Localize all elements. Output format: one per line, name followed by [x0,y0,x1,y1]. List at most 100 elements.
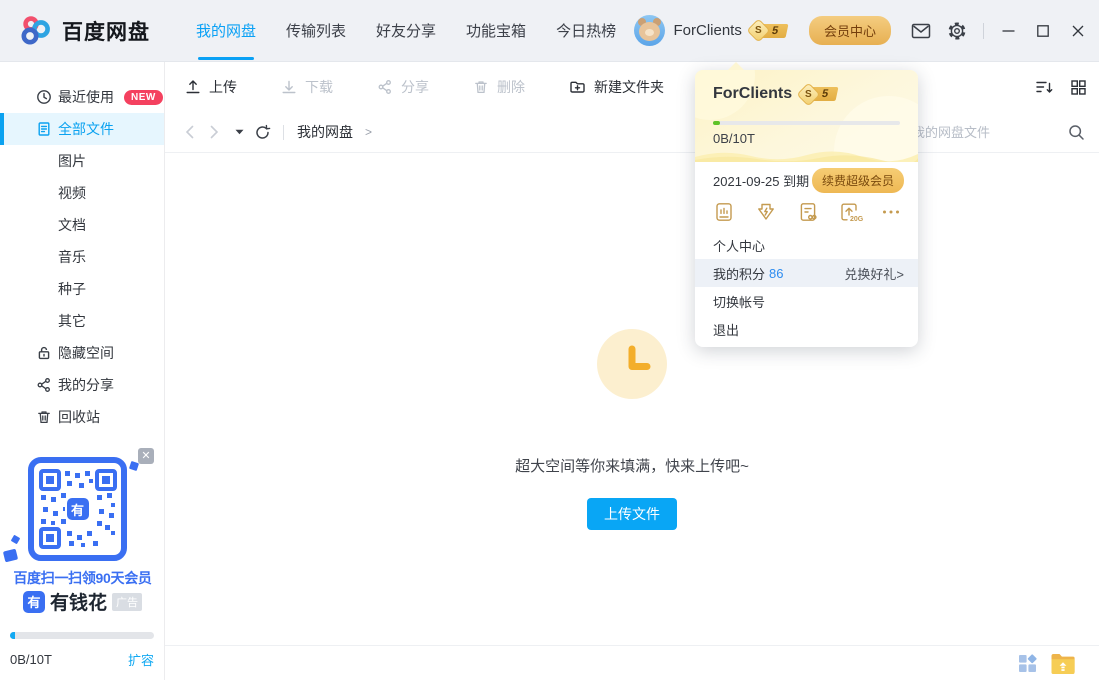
tab-toolbox[interactable]: 功能宝箱 [466,0,526,62]
grid-view-icon[interactable] [1070,79,1087,96]
vip-center-button[interactable]: 会员中心 [809,16,891,45]
message-icon[interactable] [911,22,931,40]
upload-20g-privilege-icon[interactable]: 20G [838,201,860,223]
privilege-icons-row: 20G [713,201,902,223]
sidebar-label: 文档 [58,215,86,235]
menu-label: 我的积分 [713,264,765,283]
menu-my-points[interactable]: 我的积分 86 兑换好礼> [695,259,918,287]
sidebar-item-hidden-space[interactable]: 隐藏空间 [0,337,164,369]
settings-gear-icon[interactable] [947,21,967,41]
storage-privilege-icon[interactable] [713,201,735,223]
sort-icon[interactable] [1035,78,1054,96]
breadcrumb-separator: > [365,125,372,139]
tab-hot-today[interactable]: 今日热榜 [556,0,616,62]
storage-usage: 0B/10T [10,652,52,667]
netdisk-logo-icon [18,15,52,47]
trash-icon [473,79,489,95]
panel-username: ForClients [713,85,792,103]
minimize-button[interactable] [997,20,1019,42]
decor-cube [3,549,18,563]
svip-s-icon: S [746,18,770,42]
app-logo: 百度网盘 [18,15,150,47]
upload-quota-label: 20G [850,216,863,223]
forward-icon[interactable] [210,125,219,139]
search-input[interactable] [912,125,1068,140]
delete-button[interactable]: 删除 [473,77,525,97]
menu-label: 切换帐号 [713,292,765,311]
sidebar-item-recycle-bin[interactable]: 回收站 [0,401,164,433]
sidebar-label: 全部文件 [58,119,114,139]
more-privileges-icon[interactable] [880,201,902,223]
renew-svip-button[interactable]: 续费超级会员 [812,168,904,193]
sidebar-ad[interactable]: ✕ [0,448,165,616]
search-icon[interactable] [1068,124,1085,141]
crumb-divider [283,125,284,140]
back-icon[interactable] [185,125,194,139]
sidebar-item-others[interactable]: 其它 [0,305,164,337]
titlebar-right: ForClients S 5 会员中心 [634,15,1090,46]
storage-progress-fill [10,632,15,639]
username[interactable]: ForClients [674,22,742,39]
tab-my-drive[interactable]: 我的网盘 [196,0,256,62]
menu-label: 退出 [713,320,739,339]
view-controls [1035,78,1089,96]
panel-storage-usage: 0B/10T [713,131,755,146]
upload-icon [185,79,201,95]
share-icon [36,377,52,393]
sidebar-item-my-shares[interactable]: 我的分享 [0,369,164,401]
user-avatar[interactable] [634,15,665,46]
tab-label: 我的网盘 [196,20,256,41]
history-dropdown-icon[interactable] [235,129,244,135]
menu-personal-center[interactable]: 个人中心 [695,231,918,259]
sidebar-item-all-files[interactable]: 全部文件 [0,113,164,145]
active-tab-underline [198,57,254,60]
upload-file-button[interactable]: 上传文件 [587,498,677,530]
redeem-gifts-link[interactable]: 兑换好礼> [844,264,904,283]
sidebar-item-documents[interactable]: 文档 [0,209,164,241]
sidebar-label: 回收站 [58,407,100,427]
speed-download-privilege-icon[interactable] [755,201,777,223]
sidebar-label: 图片 [58,151,86,171]
sidebar-label: 我的分享 [58,375,114,395]
maximize-button[interactable] [1032,20,1054,42]
new-badge: NEW [124,90,163,105]
points-value: 86 [769,266,783,281]
sidebar-nav: 最近使用 NEW 全部文件 图片 视频 文档 音乐 种子 其它 隐藏空间 [0,62,164,433]
sidebar-item-recent[interactable]: 最近使用 NEW [0,81,164,113]
menu-logout[interactable]: 退出 [695,315,918,343]
sidebar-label: 最近使用 [58,87,114,107]
new-folder-button[interactable]: 新建文件夹 [569,77,664,97]
svip-badge[interactable]: S 5 [750,22,787,39]
ad-tag: 广告 [112,593,142,611]
decor-cube [129,461,139,471]
expand-storage-link[interactable]: 扩容 [128,650,154,669]
membership-row: 2021-09-25 到期 续费超级会员 [713,168,904,193]
upload-button[interactable]: 上传 [185,77,237,97]
refresh-icon[interactable] [254,124,271,141]
ad-close-icon[interactable]: ✕ [138,448,154,464]
upload-folder-icon[interactable] [1050,652,1075,675]
share-button[interactable]: 分享 [377,77,429,97]
panel-menu: 个人中心 我的积分 86 兑换好礼> 切换帐号 退出 [695,231,918,343]
panel-svip-badge[interactable]: S 5 [800,86,837,103]
close-button[interactable] [1067,20,1089,42]
file-toolbar: 上传 下载 分享 删除 新建文件夹 离线下载 [165,62,1099,112]
tab-friend-share[interactable]: 好友分享 [376,0,436,62]
sidebar-item-pictures[interactable]: 图片 [0,145,164,177]
download-button[interactable]: 下载 [281,77,333,97]
tab-label: 传输列表 [286,20,346,41]
tab-transfer-list[interactable]: 传输列表 [286,0,346,62]
search-box [912,118,1085,147]
sidebar-item-music[interactable]: 音乐 [0,241,164,273]
unlimited-transfers-privilege-icon[interactable] [797,201,819,223]
sidebar-label: 其它 [58,311,86,331]
ad-brand-row: 有 有钱花 广告 [0,588,165,615]
sidebar-item-torrents[interactable]: 种子 [0,273,164,305]
menu-switch-account[interactable]: 切换帐号 [695,287,918,315]
empty-hint-text: 超大空间等你来填满，快来上传吧~ [165,455,1099,476]
widgets-grid-icon[interactable] [1018,654,1037,673]
breadcrumb-root[interactable]: 我的网盘 [297,122,353,142]
sidebar-label: 种子 [58,279,86,299]
empty-state: 超大空间等你来填满，快来上传吧~ 上传文件 [165,329,1099,530]
sidebar-item-videos[interactable]: 视频 [0,177,164,209]
